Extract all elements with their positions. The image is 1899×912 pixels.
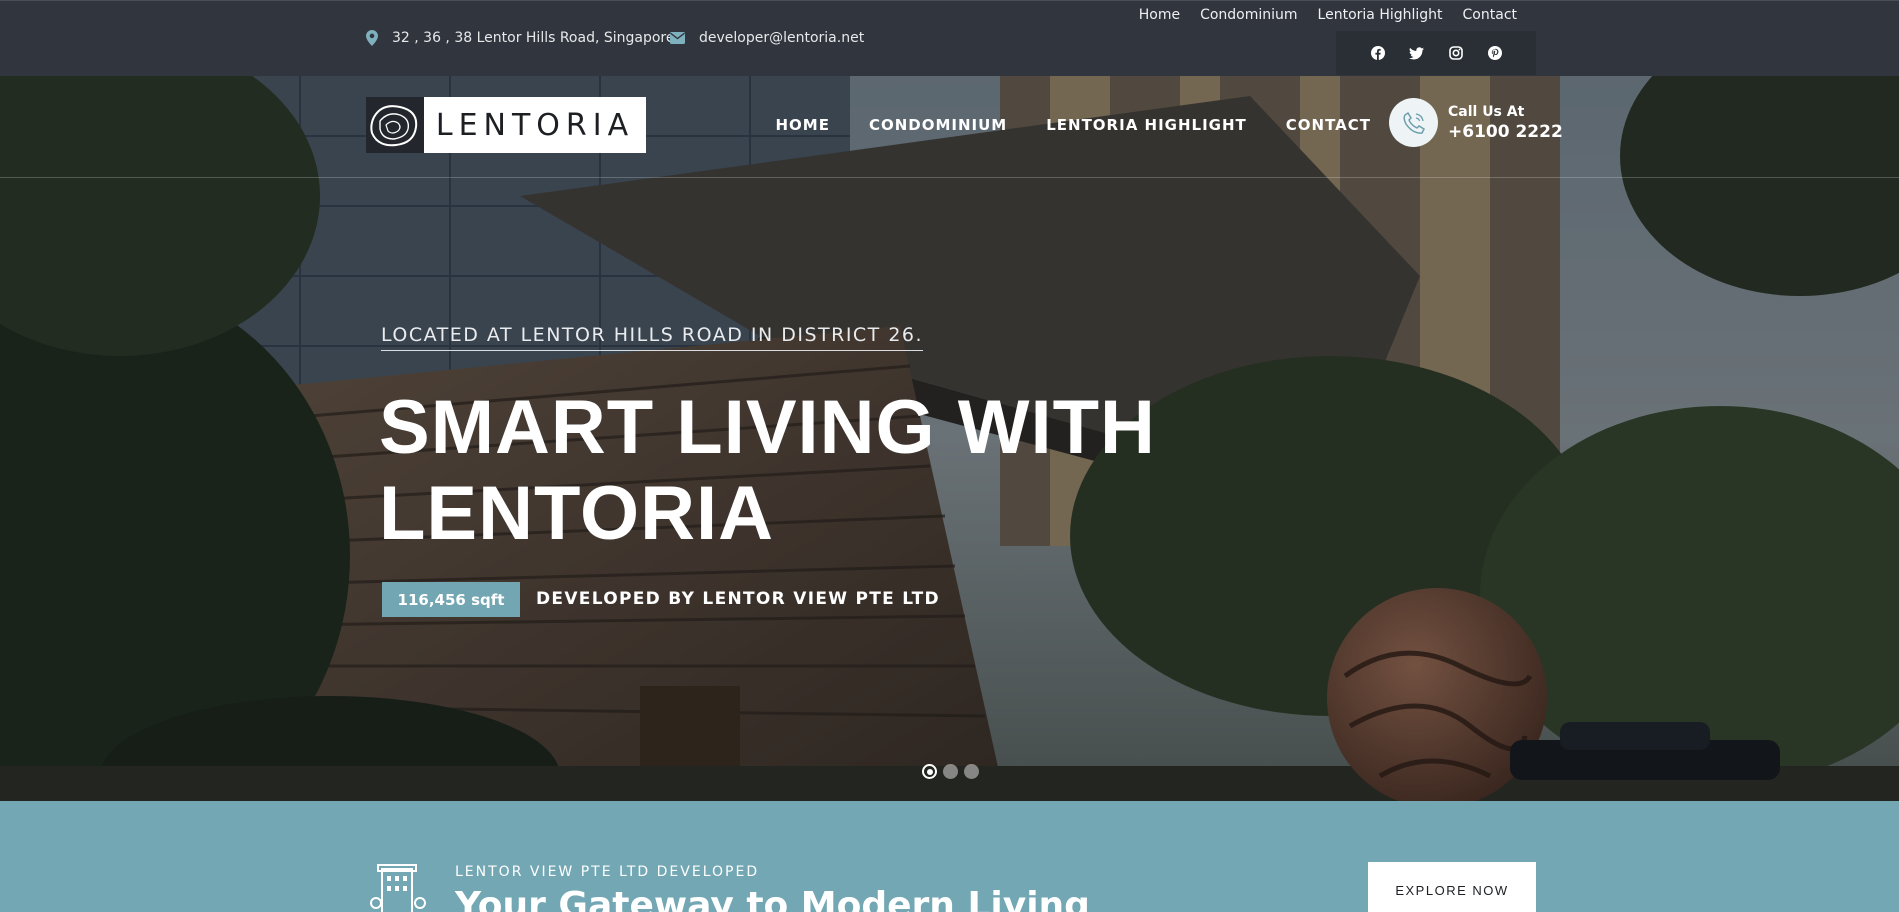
- logo-mark-icon: [366, 97, 424, 153]
- email-item[interactable]: developer@lentoria.net: [670, 30, 864, 46]
- pinterest-icon[interactable]: [1485, 43, 1505, 63]
- top-bar: 32 , 36 , 38 Lentor Hills Road, Singapor…: [0, 0, 1899, 76]
- call-label: Call Us At: [1448, 103, 1525, 120]
- instagram-icon[interactable]: [1446, 43, 1466, 63]
- slide-dot-1[interactable]: [922, 764, 937, 779]
- phone-icon: [1389, 98, 1438, 147]
- slider-pagination: [922, 764, 979, 779]
- slide-dot-3[interactable]: [964, 764, 979, 779]
- social-links: [1336, 31, 1536, 75]
- main-nav: HOME CONDOMINIUM LENTORIA HIGHLIGHT CONT…: [775, 116, 1371, 134]
- band-title: Your Gateway to Modern Living: [455, 885, 1090, 912]
- hero-headline: SMART LIVING WITH LENTORIA: [379, 385, 1279, 557]
- band-kicker: LENTOR VIEW PTE LTD DEVELOPED: [455, 864, 760, 880]
- address-item: 32 , 36 , 38 Lentor Hills Road, Singapor…: [366, 30, 675, 46]
- hero-kicker: LOCATED AT LENTOR HILLS ROAD IN DISTRICT…: [381, 324, 924, 351]
- call-us-block[interactable]: Call Us At +6100 2222: [1389, 98, 1563, 147]
- nav-home[interactable]: HOME: [775, 116, 829, 134]
- explore-now-button[interactable]: EXPLORE NOW: [1368, 862, 1536, 912]
- top-link-lentoria-highlight[interactable]: Lentoria Highlight: [1318, 7, 1443, 23]
- call-text: Call Us At +6100 2222: [1448, 104, 1563, 142]
- twitter-icon[interactable]: [1407, 43, 1427, 63]
- intro-band: LENTOR VIEW PTE LTD DEVELOPED Your Gatew…: [0, 801, 1899, 912]
- top-link-home[interactable]: Home: [1139, 7, 1180, 23]
- site-logo[interactable]: LENTORIA: [366, 97, 646, 153]
- hero-slider: LENTORIA HOME CONDOMINIUM LENTORIA HIGHL…: [0, 76, 1899, 801]
- developer-text: DEVELOPED BY LENTOR VIEW PTE LTD: [536, 589, 940, 609]
- building-icon: [370, 864, 426, 912]
- area-badge: 116,456 sqft: [382, 582, 520, 617]
- address-text: 32 , 36 , 38 Lentor Hills Road, Singapor…: [392, 30, 675, 46]
- top-links: Home Condominium Lentoria Highlight Cont…: [1139, 7, 1517, 23]
- nav-condominium[interactable]: CONDOMINIUM: [869, 116, 1007, 134]
- facebook-icon[interactable]: [1368, 43, 1388, 63]
- hero-headline-line-1: SMART LIVING WITH: [379, 385, 1156, 470]
- logo-text: LENTORIA: [424, 97, 646, 153]
- hero-headline-line-2: LENTORIA: [379, 471, 775, 556]
- call-number[interactable]: +6100 2222: [1448, 122, 1563, 142]
- top-link-condominium[interactable]: Condominium: [1200, 7, 1297, 23]
- top-link-contact[interactable]: Contact: [1463, 7, 1517, 23]
- envelope-icon: [670, 32, 685, 44]
- email-text[interactable]: developer@lentoria.net: [699, 30, 864, 46]
- map-pin-icon: [366, 30, 378, 46]
- slide-dot-2[interactable]: [943, 764, 958, 779]
- nav-contact[interactable]: CONTACT: [1286, 116, 1371, 134]
- header-divider: [0, 177, 1899, 178]
- nav-lentoria-highlight[interactable]: LENTORIA HIGHLIGHT: [1046, 116, 1247, 134]
